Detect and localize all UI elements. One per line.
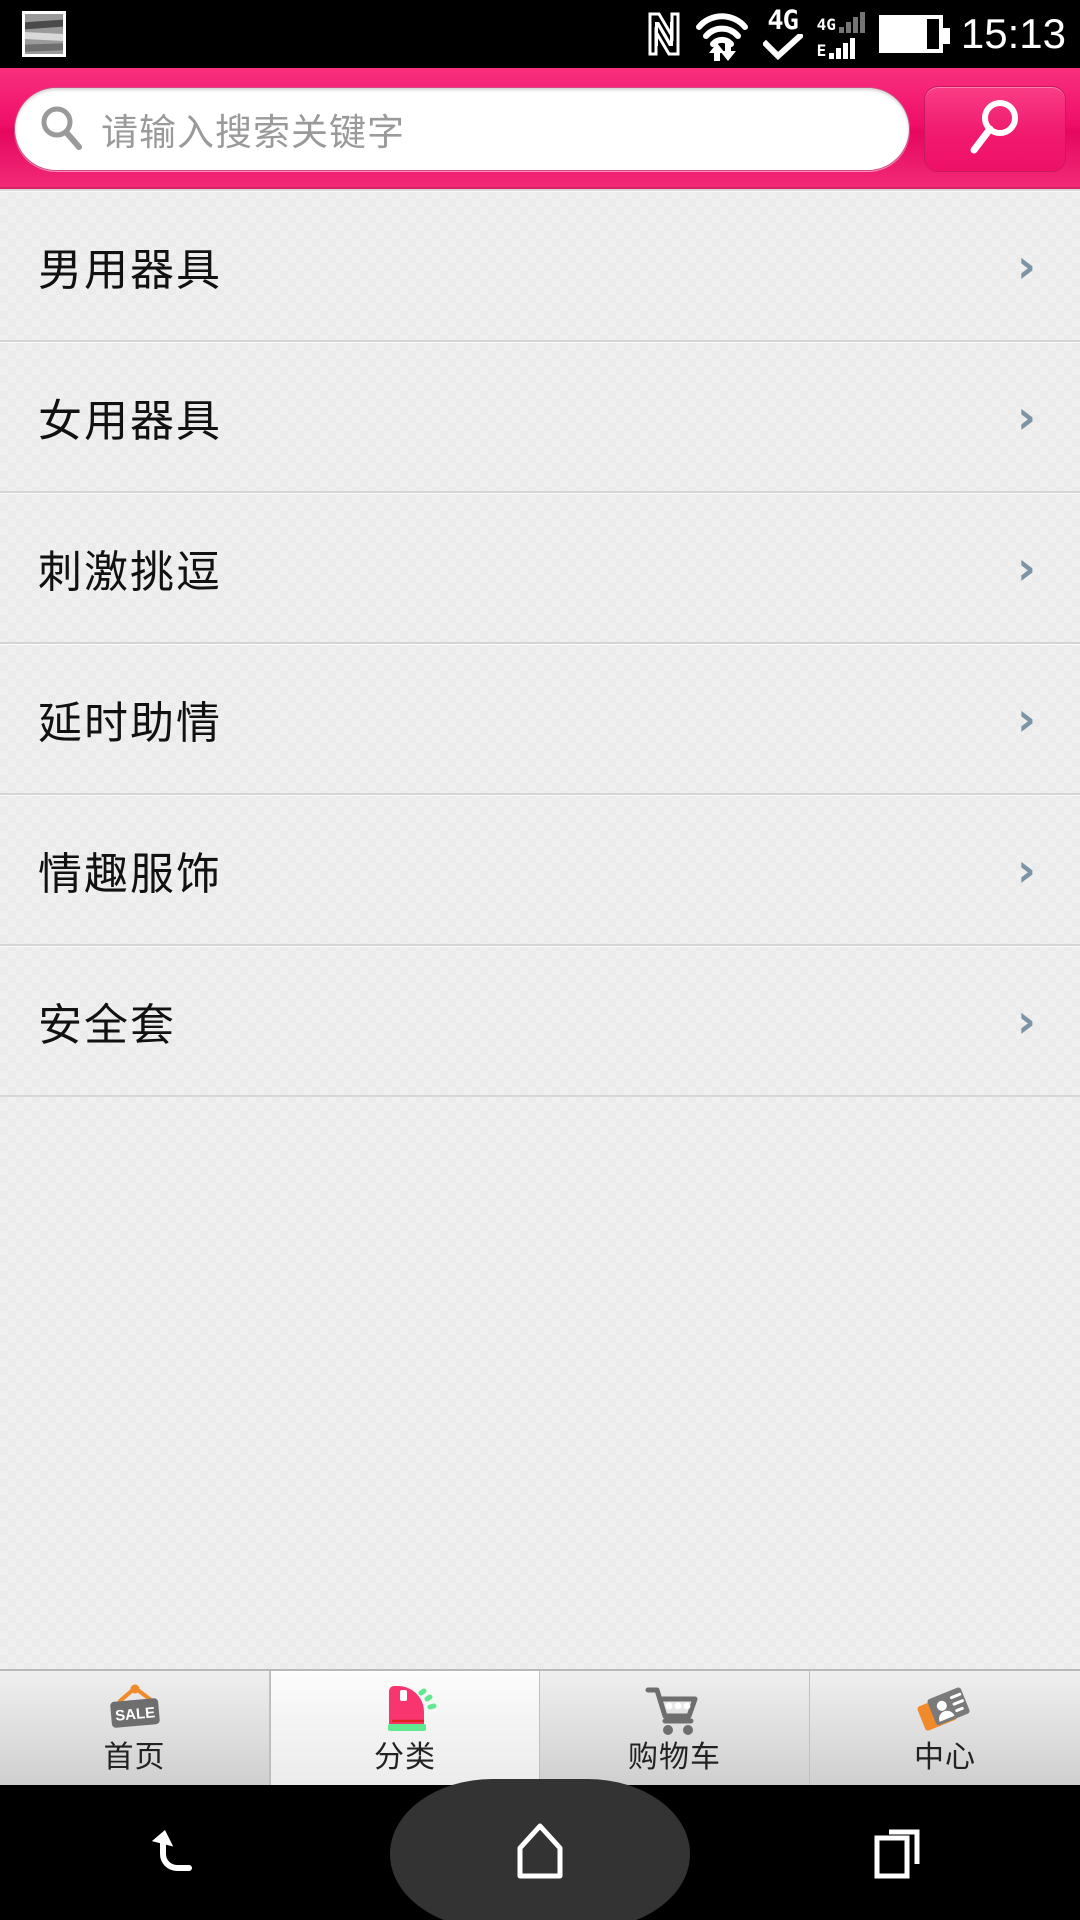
search-header: 请输入搜索关键字 bbox=[0, 68, 1080, 189]
search-icon bbox=[37, 103, 85, 155]
tab-label: 首页 bbox=[103, 1740, 166, 1775]
list-item[interactable]: 安全套 › bbox=[0, 946, 1080, 1097]
sim2-signal-icon: E bbox=[817, 36, 865, 59]
battery-icon bbox=[878, 15, 950, 53]
tab-label: 购物车 bbox=[628, 1740, 721, 1775]
list-item[interactable]: 延时助情 › bbox=[0, 644, 1080, 795]
sync-check-icon bbox=[762, 34, 803, 60]
category-label: 延时助情 bbox=[38, 697, 222, 749]
chevron-right-icon: › bbox=[1017, 238, 1036, 293]
category-list: 男用器具 › 女用器具 › 刺激挑逗 › 延时助情 › 情趣服饰 › 安全套 › bbox=[0, 189, 1080, 1669]
member-card-icon bbox=[912, 1682, 978, 1740]
list-item[interactable]: 女用器具 › bbox=[0, 342, 1080, 493]
network-4g-icon: 4G bbox=[762, 5, 803, 60]
phone-screen: 4G 4G E 15:13 请输入搜索关键字 男用器具 › 女用器具 › 刺激挑… bbox=[0, 0, 1080, 1920]
tab-label: 中心 bbox=[914, 1740, 976, 1775]
category-label: 安全套 bbox=[38, 999, 176, 1051]
tab-label: 分类 bbox=[374, 1740, 436, 1775]
category-label: 男用器具 bbox=[38, 244, 222, 296]
list-item[interactable]: 男用器具 › bbox=[0, 191, 1080, 342]
android-nav-bar bbox=[0, 1779, 1080, 1920]
chevron-right-icon: › bbox=[1017, 691, 1036, 746]
home-icon bbox=[512, 1820, 568, 1886]
list-item[interactable]: 情趣服饰 › bbox=[0, 795, 1080, 946]
status-bar-left bbox=[0, 11, 66, 57]
recents-button[interactable] bbox=[720, 1785, 1080, 1920]
chevron-right-icon: › bbox=[1017, 389, 1036, 444]
category-label: 情趣服饰 bbox=[38, 848, 222, 900]
status-bar: 4G 4G E 15:13 bbox=[0, 0, 1080, 68]
search-placeholder: 请输入搜索关键字 bbox=[101, 110, 405, 154]
tab-cart[interactable]: 购物车 bbox=[540, 1671, 810, 1785]
network-label: 4G bbox=[767, 5, 799, 36]
list-item[interactable]: 刺激挑逗 › bbox=[0, 493, 1080, 644]
home-button[interactable] bbox=[360, 1785, 720, 1920]
back-icon bbox=[147, 1820, 213, 1886]
tab-home[interactable]: SALE 首页 bbox=[0, 1671, 270, 1785]
sale-tag-icon: SALE bbox=[102, 1682, 168, 1740]
category-label: 刺激挑逗 bbox=[38, 546, 222, 598]
bottom-tab-bar: SALE 首页 分类 购物车 中心 bbox=[0, 1669, 1080, 1785]
nfc-icon bbox=[647, 12, 681, 56]
gallery-icon bbox=[22, 11, 66, 57]
wifi-transfer-icon bbox=[695, 9, 749, 61]
shopping-cart-icon bbox=[642, 1682, 708, 1740]
svg-text:SALE: SALE bbox=[114, 1704, 155, 1724]
back-button[interactable] bbox=[0, 1785, 360, 1920]
tab-member-center[interactable]: 中心 bbox=[810, 1671, 1080, 1785]
search-input[interactable]: 请输入搜索关键字 bbox=[14, 86, 910, 171]
search-icon bbox=[964, 96, 1026, 162]
sim1-signal-icon: 4G bbox=[817, 10, 865, 33]
status-bar-right: 4G 4G E 15:13 bbox=[647, 0, 1066, 68]
tab-category[interactable]: 分类 bbox=[270, 1671, 540, 1785]
dual-sim-signal: 4G E bbox=[817, 10, 865, 59]
chevron-right-icon: › bbox=[1017, 993, 1036, 1048]
chevron-right-icon: › bbox=[1017, 540, 1036, 595]
status-bar-clock: 15:13 bbox=[960, 10, 1066, 57]
category-protractor-icon bbox=[372, 1682, 438, 1740]
category-label: 女用器具 bbox=[38, 395, 222, 447]
search-button[interactable] bbox=[924, 85, 1066, 172]
chevron-right-icon: › bbox=[1017, 842, 1036, 897]
recents-icon bbox=[871, 1822, 929, 1884]
